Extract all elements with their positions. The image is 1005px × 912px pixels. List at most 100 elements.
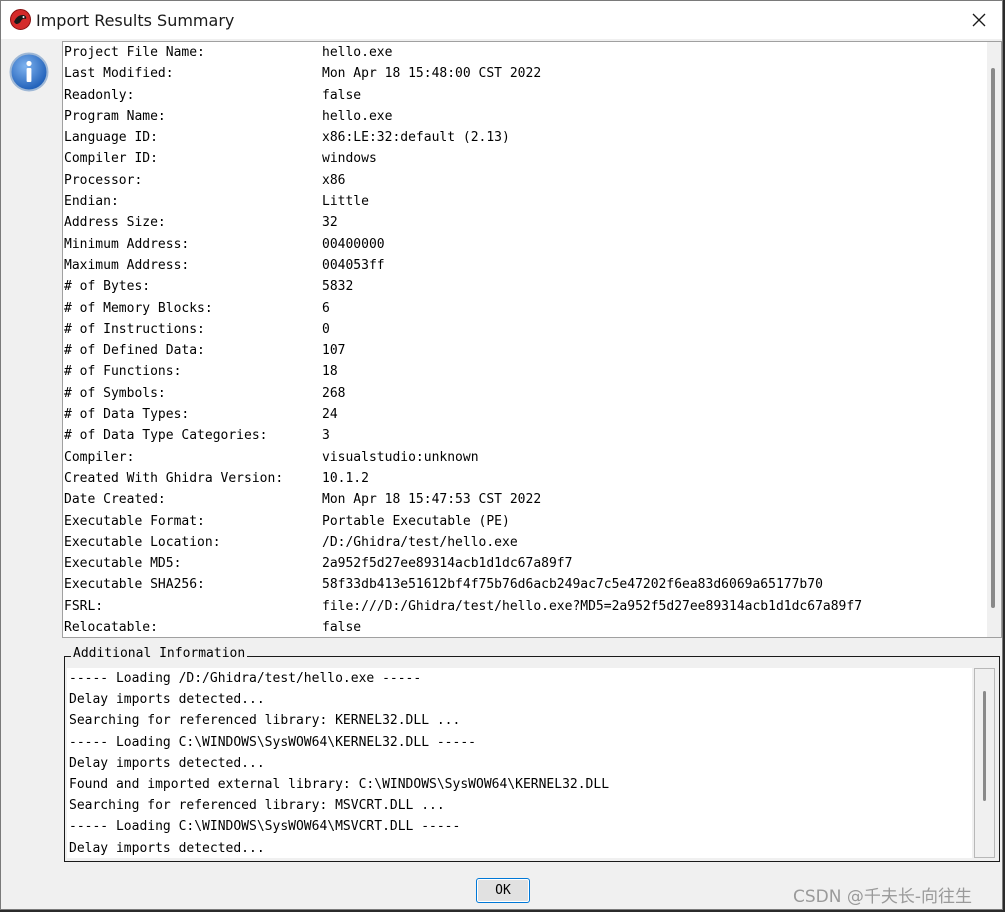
property-row: Executable MD5: 2a952f5d27ee89314acb1d1dc… bbox=[64, 553, 862, 574]
property-row: Program Name: hello.exe bbox=[64, 106, 862, 127]
property-value: 32 bbox=[322, 215, 338, 231]
property-row: Executable Location: /D:/Ghidra/test/hell… bbox=[64, 532, 862, 553]
property-row: Minimum Address: 00400000 bbox=[64, 234, 862, 255]
property-value: x86 bbox=[322, 172, 346, 188]
property-key: Language ID: bbox=[64, 130, 158, 146]
property-value: visualstudio:unknown bbox=[322, 449, 479, 465]
property-row: Language ID: x86:LE:32:default (2.13) bbox=[64, 127, 862, 148]
log-scroll-thumb[interactable] bbox=[983, 691, 986, 801]
property-value: 3 bbox=[322, 428, 330, 444]
properties-scroll-thumb[interactable] bbox=[991, 68, 995, 608]
property-value: hello.exe bbox=[322, 108, 393, 124]
property-row: # of Defined Data: 107 bbox=[64, 340, 862, 361]
property-value: 0 bbox=[322, 321, 330, 337]
property-key: Created With Ghidra Version: bbox=[64, 470, 284, 486]
property-row: Relocatable: false bbox=[64, 617, 862, 637]
property-row: Endian: Little bbox=[64, 191, 862, 212]
property-key: Minimum Address: bbox=[64, 236, 190, 252]
close-icon bbox=[972, 13, 986, 27]
property-row: Maximum Address: 004053ff bbox=[64, 255, 862, 276]
property-key: Compiler ID: bbox=[64, 151, 158, 167]
log-line: ----- Loading /D:/Ghidra/test/hello.exe … bbox=[69, 671, 422, 686]
log-line: Delay imports detected... bbox=[69, 840, 265, 856]
property-row: Compiler ID: windows bbox=[64, 148, 862, 169]
import-results-dialog: Import Results Summary Project File Name… bbox=[0, 0, 1003, 910]
property-key: Compiler: bbox=[64, 449, 135, 465]
properties-table: Project File Name: hello.exe Last Modified… bbox=[64, 42, 862, 637]
property-value: 18 bbox=[322, 364, 338, 380]
additional-info-legend: Additional Information bbox=[71, 646, 248, 661]
property-key: Maximum Address: bbox=[64, 257, 190, 273]
property-row: # of Instructions: 0 bbox=[64, 319, 862, 340]
properties-scrollbar[interactable] bbox=[987, 42, 1001, 637]
property-value: 107 bbox=[322, 343, 346, 359]
property-value: file:///D:/Ghidra/test/hello.exe?MD5=2a9… bbox=[322, 598, 863, 614]
property-key: Address Size: bbox=[64, 215, 166, 231]
property-key: # of Functions: bbox=[64, 364, 182, 380]
property-key: Processor: bbox=[64, 172, 143, 188]
property-value: 004053ff bbox=[322, 257, 385, 273]
property-value: 2a952f5d27ee89314acb1d1dc67a89f7 bbox=[322, 556, 573, 572]
property-row: Address Size: 32 bbox=[64, 212, 862, 233]
property-value: false bbox=[322, 620, 362, 636]
property-row: # of Data Type Categories: 3 bbox=[64, 425, 862, 446]
property-row: # of Functions: 18 bbox=[64, 361, 862, 382]
property-key: # of Memory Blocks: bbox=[64, 300, 213, 316]
window-title: Import Results Summary bbox=[36, 11, 235, 30]
property-value: 58f33db413e51612bf4f75b76d6acb249ac7c5e4… bbox=[322, 577, 823, 593]
log-line: Delay imports detected... bbox=[69, 755, 265, 771]
property-key: Date Created: bbox=[64, 492, 166, 508]
additional-info-log[interactable]: ----- Loading /D:/Ghidra/test/hello.exe … bbox=[67, 668, 972, 858]
property-value: 00400000 bbox=[322, 236, 385, 252]
property-value: 24 bbox=[322, 407, 338, 423]
property-key: Project File Name: bbox=[64, 45, 205, 60]
property-key: # of Defined Data: bbox=[64, 343, 205, 359]
ghidra-dragon-icon bbox=[10, 9, 31, 30]
property-row: Readonly: false bbox=[64, 85, 862, 106]
property-row: # of Data Types: 24 bbox=[64, 404, 862, 425]
property-key: # of Symbols: bbox=[64, 385, 166, 401]
property-key: Program Name: bbox=[64, 108, 166, 124]
property-row: Compiler: visualstudio:unknown bbox=[64, 447, 862, 468]
property-key: Relocatable: bbox=[64, 620, 158, 636]
property-value: Little bbox=[322, 194, 369, 210]
title-bar[interactable]: Import Results Summary bbox=[1, 1, 1002, 39]
property-row: Last Modified: Mon Apr 18 15:48:00 CST 20… bbox=[64, 63, 862, 84]
property-row: Processor: x86 bbox=[64, 170, 862, 191]
property-key: Executable Location: bbox=[64, 534, 221, 550]
log-line: ----- Loading C:\WINDOWS\SysWOW64\KERNEL… bbox=[69, 734, 476, 750]
log-scrollbar[interactable] bbox=[974, 668, 995, 858]
property-value: windows bbox=[322, 151, 377, 167]
log-line: ----- Loading C:\WINDOWS\SysWOW64\MSVCRT… bbox=[69, 819, 461, 835]
properties-panel[interactable]: Project File Name: hello.exe Last Modified… bbox=[62, 41, 1002, 638]
close-button[interactable] bbox=[956, 1, 1002, 39]
property-row: # of Memory Blocks: 6 bbox=[64, 298, 862, 319]
property-row: FSRL: file:///D:/Ghidra/test/hello.exe?MD… bbox=[64, 596, 862, 617]
property-value: /D:/Ghidra/test/hello.exe bbox=[322, 534, 518, 550]
property-value: Portable Executable (PE) bbox=[322, 513, 510, 529]
property-key: # of Bytes: bbox=[64, 279, 151, 295]
property-key: Executable Format: bbox=[64, 513, 205, 529]
property-key: # of Data Type Categories: bbox=[64, 428, 268, 444]
ok-button[interactable]: OK bbox=[476, 878, 530, 903]
property-value: hello.exe bbox=[322, 45, 393, 60]
property-row: Date Created: Mon Apr 18 15:47:53 CST 202… bbox=[64, 489, 862, 510]
property-row: Executable Format: Portable Executable (P… bbox=[64, 511, 862, 532]
watermark: CSDN @千夫长-向往生 bbox=[793, 887, 973, 907]
property-row: Executable SHA256: 58f33db413e51612bf4f75… bbox=[64, 574, 862, 595]
log-line: Searching for referenced library: MSVCRT… bbox=[69, 798, 445, 814]
property-row: Project File Name: hello.exe bbox=[64, 42, 862, 63]
property-key: Executable MD5: bbox=[64, 556, 182, 572]
log-line: Searching for referenced library: KERNEL… bbox=[69, 713, 461, 729]
property-row: # of Bytes: 5832 bbox=[64, 276, 862, 297]
log-line: Delay imports detected... bbox=[69, 692, 265, 708]
property-value: 6 bbox=[322, 300, 330, 316]
info-icon bbox=[9, 52, 49, 92]
property-key: Endian: bbox=[64, 194, 119, 210]
property-value: x86:LE:32:default (2.13) bbox=[322, 130, 510, 146]
property-value: Mon Apr 18 15:47:53 CST 2022 bbox=[322, 492, 542, 508]
property-row: # of Symbols: 268 bbox=[64, 383, 862, 404]
property-key: # of Instructions: bbox=[64, 321, 205, 337]
property-value: 268 bbox=[322, 385, 346, 401]
property-row: Created With Ghidra Version: 10.1.2 bbox=[64, 468, 862, 489]
